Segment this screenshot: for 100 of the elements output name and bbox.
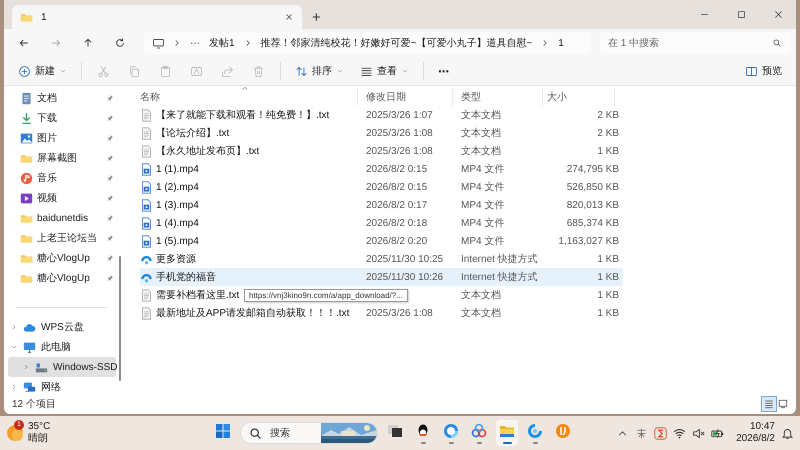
close-icon[interactable] (773, 9, 784, 20)
size-cell-text: 1,163,027 KB (557, 236, 620, 246)
search-field[interactable]: 在 1 中搜索 (600, 32, 790, 54)
file-name[interactable]: 1 (2).mp4 (156, 182, 366, 192)
close-tab-icon[interactable] (284, 12, 294, 22)
windows-stack-icon[interactable] (387, 422, 404, 438)
keyboard-app-icon[interactable] (654, 426, 668, 440)
chevron-down-icon[interactable] (10, 343, 18, 351)
sidebar-item[interactable]: 糖心VlogUp (4, 268, 116, 288)
details-view-icon[interactable] (762, 397, 776, 411)
file-name[interactable]: 1 (1).mp4 (156, 164, 366, 174)
date-cell-text: 2026/8/2 0:18 (366, 218, 428, 228)
size-cell-text: 2 KB (596, 110, 620, 120)
selected-row[interactable]: 手机党的福音 2025/11/30 10:26 Internet 快捷方式 1 KB (140, 268, 623, 286)
file-name[interactable]: 【来了就能下载和观看！纯免费！】.txt (156, 108, 366, 122)
search-input[interactable]: 搜索 (268, 426, 316, 440)
rings-icon[interactable] (471, 422, 488, 438)
tooltip: https://vnj3kino9n.com/a/app_download/?... (244, 289, 408, 302)
chevron-right-icon[interactable] (22, 363, 30, 371)
start-icon[interactable] (215, 422, 232, 438)
column-header[interactable]: 大小 (543, 88, 615, 106)
browser-icon[interactable] (443, 422, 460, 438)
breadcrumb[interactable]: 推荐！邻家清纯校花！好嫩好可爱~【可爱小丸子】道具自慰~ (260, 36, 534, 50)
address-bar[interactable]: ··· 发帖1 推荐！邻家清纯校花！好嫩好可爱~【可爱小丸子】道具自慰~ 1 (144, 32, 590, 54)
sidebar-item[interactable]: 音乐 (4, 168, 116, 188)
search-icon (249, 426, 262, 440)
file-name[interactable]: 更多资源 (156, 252, 366, 266)
text-file-icon (140, 126, 153, 140)
type-cell-text: 文本文档 (461, 144, 502, 158)
caret-icon (336, 67, 344, 75)
breadcrumb[interactable]: 1 (557, 38, 565, 48)
wifi-icon[interactable] (673, 426, 686, 440)
search-bar[interactable]: 搜索 (240, 422, 378, 444)
tree-item[interactable]: Windows-SSD (8, 357, 116, 377)
type-cell-text: MP4 文件 (461, 234, 506, 248)
battery-icon[interactable] (711, 426, 724, 440)
new-button[interactable]: 新建 (12, 60, 73, 82)
video-icon (20, 192, 33, 204)
tiles-view-icon[interactable] (776, 397, 790, 411)
more-button[interactable]: ··· (432, 60, 455, 82)
type-cell-text: 文本文档 (461, 306, 502, 320)
sidebar-item[interactable]: 屏幕截图 (4, 148, 116, 168)
preview-button[interactable]: 预览 (739, 60, 788, 82)
chevron-right-icon[interactable] (10, 383, 18, 391)
video-file-icon (140, 234, 153, 248)
column-header[interactable]: 名称 (132, 88, 358, 106)
sidebar-item[interactable]: 上老王论坛当 (4, 228, 116, 248)
bell-icon[interactable] (781, 426, 794, 440)
view-button[interactable]: 查看 (354, 60, 415, 82)
scrollbar-thumb[interactable] (119, 256, 121, 381)
sidebar-item[interactable]: 文档 (4, 88, 116, 108)
swirl-icon[interactable] (527, 422, 544, 438)
date-cell-text: 2025/11/30 10:26 (366, 272, 444, 282)
input-method-icon[interactable] (635, 426, 648, 440)
new-tab-button[interactable]: + (302, 5, 331, 29)
tree-item[interactable]: 此电脑 (4, 337, 116, 357)
tree-item[interactable]: WPS云盘 (4, 317, 116, 337)
breadcrumb-more[interactable]: ··· (189, 38, 201, 48)
date-cell-text: 2026/8/2 0:17 (366, 200, 428, 210)
item-count: 12 个项目 (12, 398, 56, 411)
plus-icon (18, 64, 31, 78)
size-cell-text: 274,795 KB (566, 164, 620, 174)
document-icon (20, 92, 33, 104)
download-icon (20, 112, 33, 124)
muted-speaker-icon[interactable] (692, 426, 706, 440)
file-name[interactable]: 【论坛介绍】.txt (156, 126, 366, 140)
search-icon (772, 38, 782, 48)
temperature: 35°C (28, 421, 50, 432)
column-header[interactable]: 修改日期 (358, 88, 453, 106)
sidebar-item[interactable]: 图片 (4, 128, 116, 148)
music-icon (20, 172, 33, 184)
preview-pane-icon (745, 64, 758, 78)
caret-icon (401, 67, 409, 75)
text-file-icon (140, 288, 153, 302)
sidebar-item[interactable]: 下载 (4, 108, 116, 128)
clock[interactable]: 10:47 2026/8/2 (736, 421, 775, 445)
breadcrumb[interactable]: 发帖1 (208, 36, 236, 50)
file-name[interactable]: 1 (5).mp4 (156, 236, 366, 246)
sort-button[interactable]: 排序 (289, 60, 350, 82)
type-cell-text: 文本文档 (461, 108, 502, 122)
file-name[interactable]: 【永久地址发布页】.txt (156, 144, 366, 158)
network-icon (23, 380, 36, 394)
file-name[interactable]: 1 (4).mp4 (156, 218, 366, 228)
size-cell-text: 2 KB (596, 128, 620, 138)
sidebar-item[interactable]: 视频 (4, 188, 116, 208)
size-cell-text: 1 KB (596, 254, 620, 264)
type-cell-text: Internet 快捷方式 (461, 252, 539, 266)
type-cell-text: MP4 文件 (461, 198, 506, 212)
sidebar-item[interactable]: 糖心VlogUp (4, 248, 116, 268)
size-cell-text: 820,013 KB (566, 200, 620, 210)
sidebar-item[interactable]: baidunetdis (4, 208, 116, 228)
file-name[interactable]: 1 (3).mp4 (156, 200, 366, 210)
column-header[interactable]: 类型 (453, 88, 543, 106)
tree-item[interactable]: 网络 (4, 377, 116, 397)
maximize-icon[interactable] (736, 9, 747, 20)
file-name[interactable]: 手机党的福音 (156, 270, 366, 284)
chevron-right-icon[interactable] (10, 323, 18, 331)
folder-tab[interactable]: 1 (12, 5, 302, 29)
file-name[interactable]: 最新地址及APP请发邮箱自动获取！！！.txt (156, 306, 366, 320)
video-file-icon (140, 180, 153, 194)
